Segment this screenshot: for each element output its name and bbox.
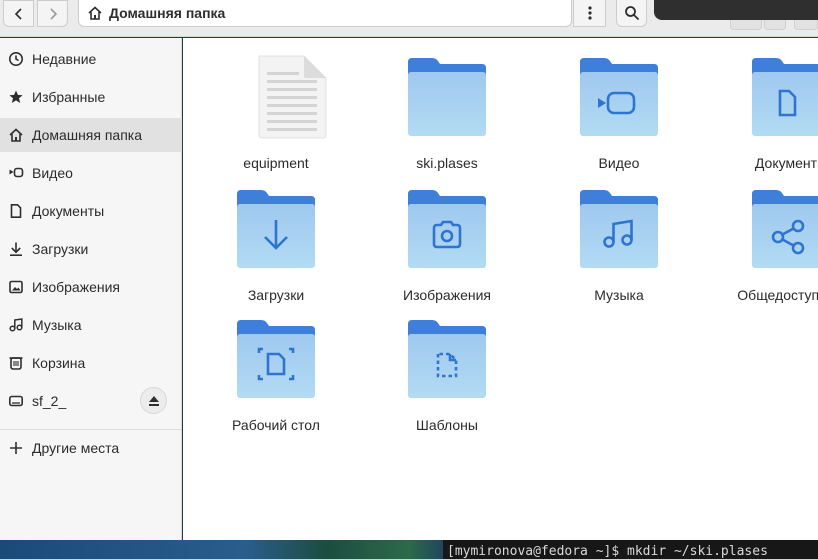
sidebar-item-label: Недавние — [32, 51, 97, 67]
sidebar-item-recent[interactable]: Недавние — [0, 42, 182, 76]
back-button[interactable] — [3, 0, 34, 27]
sidebar: Недавние Избранные Домашняя папка Видео … — [0, 38, 182, 540]
trash-icon — [7, 354, 25, 372]
sidebar-item-starred[interactable]: Избранные — [0, 80, 182, 114]
file-item-ski-plases[interactable]: ski.plases — [372, 50, 522, 176]
file-name: Загрузки — [247, 287, 305, 303]
folder-icon — [372, 50, 522, 146]
download-icon — [7, 240, 25, 258]
file-item-public[interactable]: Общедоступные — [716, 182, 818, 308]
plus-icon — [7, 439, 25, 457]
sidebar-item-label: Загрузки — [32, 241, 89, 257]
eject-button[interactable] — [140, 387, 167, 414]
location-label[interactable]: Домашняя папка — [109, 5, 225, 21]
search-icon — [624, 6, 639, 21]
music-folder-icon — [544, 182, 694, 278]
star-icon — [7, 88, 25, 106]
downloads-folder-icon — [201, 182, 351, 278]
chevron-left-icon — [14, 7, 22, 20]
music-icon — [7, 316, 25, 334]
overlay-popover — [654, 0, 818, 20]
toolbar-button-ghost[interactable] — [730, 20, 762, 30]
sidebar-item-pictures[interactable]: Изображения — [0, 270, 182, 304]
file-name: Рабочий стол — [232, 417, 320, 433]
file-item-templates[interactable]: Шаблоны — [372, 312, 522, 438]
sidebar-item-label: Документы — [32, 203, 105, 219]
file-item-pictures[interactable]: Изображения — [372, 182, 522, 308]
image-icon — [7, 278, 25, 296]
kebab-menu-icon — [587, 6, 592, 20]
home-icon — [88, 6, 102, 20]
eject-icon — [148, 395, 159, 406]
toolbar-button-ghost[interactable] — [764, 20, 786, 30]
desktop-folder-icon — [201, 312, 351, 408]
text-file-icon — [201, 50, 351, 146]
public-folder-icon — [716, 182, 818, 278]
sidebar-item-label: Другие места — [32, 440, 120, 456]
file-item-downloads[interactable]: Загрузки — [201, 182, 351, 308]
file-name: Документы — [754, 155, 818, 171]
video-icon — [7, 164, 25, 182]
sidebar-separator — [0, 429, 182, 430]
file-name: Музыка — [594, 287, 644, 303]
documents-folder-icon — [716, 50, 818, 146]
file-item-music[interactable]: Музыка — [544, 182, 694, 308]
sidebar-item-label: Домашняя папка — [32, 127, 143, 143]
sidebar-item-label: sf_2_ — [32, 393, 67, 409]
terminal-line: [mymironova@fedora ~]$ mkdir ~/ski.plase… — [447, 544, 768, 559]
file-name: Шаблоны — [416, 417, 478, 433]
header-bar: Домашняя папка — [0, 0, 818, 37]
chevron-right-icon — [49, 7, 57, 20]
clock-icon — [7, 50, 25, 68]
sidebar-item-label: Изображения — [32, 279, 120, 295]
terminal-window[interactable]: [mymironova@fedora ~]$ mkdir ~/ski.plase… — [443, 540, 818, 559]
sidebar-item-label: Избранные — [32, 89, 106, 105]
file-item-desktop[interactable]: Рабочий стол — [201, 312, 351, 438]
file-name: Изображения — [403, 287, 491, 303]
forward-button[interactable] — [37, 0, 68, 27]
drive-icon — [7, 392, 25, 410]
toolbar-button-ghost[interactable] — [794, 20, 818, 30]
location-bar[interactable]: Домашняя папка — [78, 0, 572, 27]
sidebar-item-home[interactable]: Домашняя папка — [0, 118, 182, 152]
file-item-documents[interactable]: Документы — [716, 50, 818, 176]
video-folder-icon — [544, 50, 694, 146]
file-grid: equipment ski.plases Видео Документ Загр… — [183, 38, 818, 540]
file-item-videos[interactable]: Видео — [544, 50, 694, 176]
home-icon — [7, 126, 25, 144]
sidebar-item-label: Корзина — [32, 355, 86, 371]
search-button[interactable] — [616, 0, 647, 27]
sidebar-item-downloads[interactable]: Загрузки — [0, 232, 182, 266]
sidebar-item-documents[interactable]: Документы — [0, 194, 182, 228]
file-item-equipment[interactable]: equipment — [201, 50, 351, 176]
sidebar-item-other-locations[interactable]: Другие места — [0, 431, 182, 465]
file-name: Общедоступные — [737, 287, 818, 303]
pictures-folder-icon — [372, 182, 522, 278]
document-icon — [7, 202, 25, 220]
sidebar-item-trash[interactable]: Корзина — [0, 346, 182, 380]
sidebar-item-label: Видео — [32, 165, 73, 181]
sidebar-item-videos[interactable]: Видео — [0, 156, 182, 190]
file-name: Видео — [598, 155, 640, 171]
sidebar-item-music[interactable]: Музыка — [0, 308, 182, 342]
path-menu-button[interactable] — [573, 0, 606, 27]
file-manager-window: { "header": { "location": "Домашняя папк… — [0, 0, 818, 559]
sidebar-item-label: Музыка — [32, 317, 82, 333]
file-name: equipment — [243, 155, 309, 171]
file-name: ski.plases — [416, 155, 478, 171]
templates-folder-icon — [372, 312, 522, 408]
